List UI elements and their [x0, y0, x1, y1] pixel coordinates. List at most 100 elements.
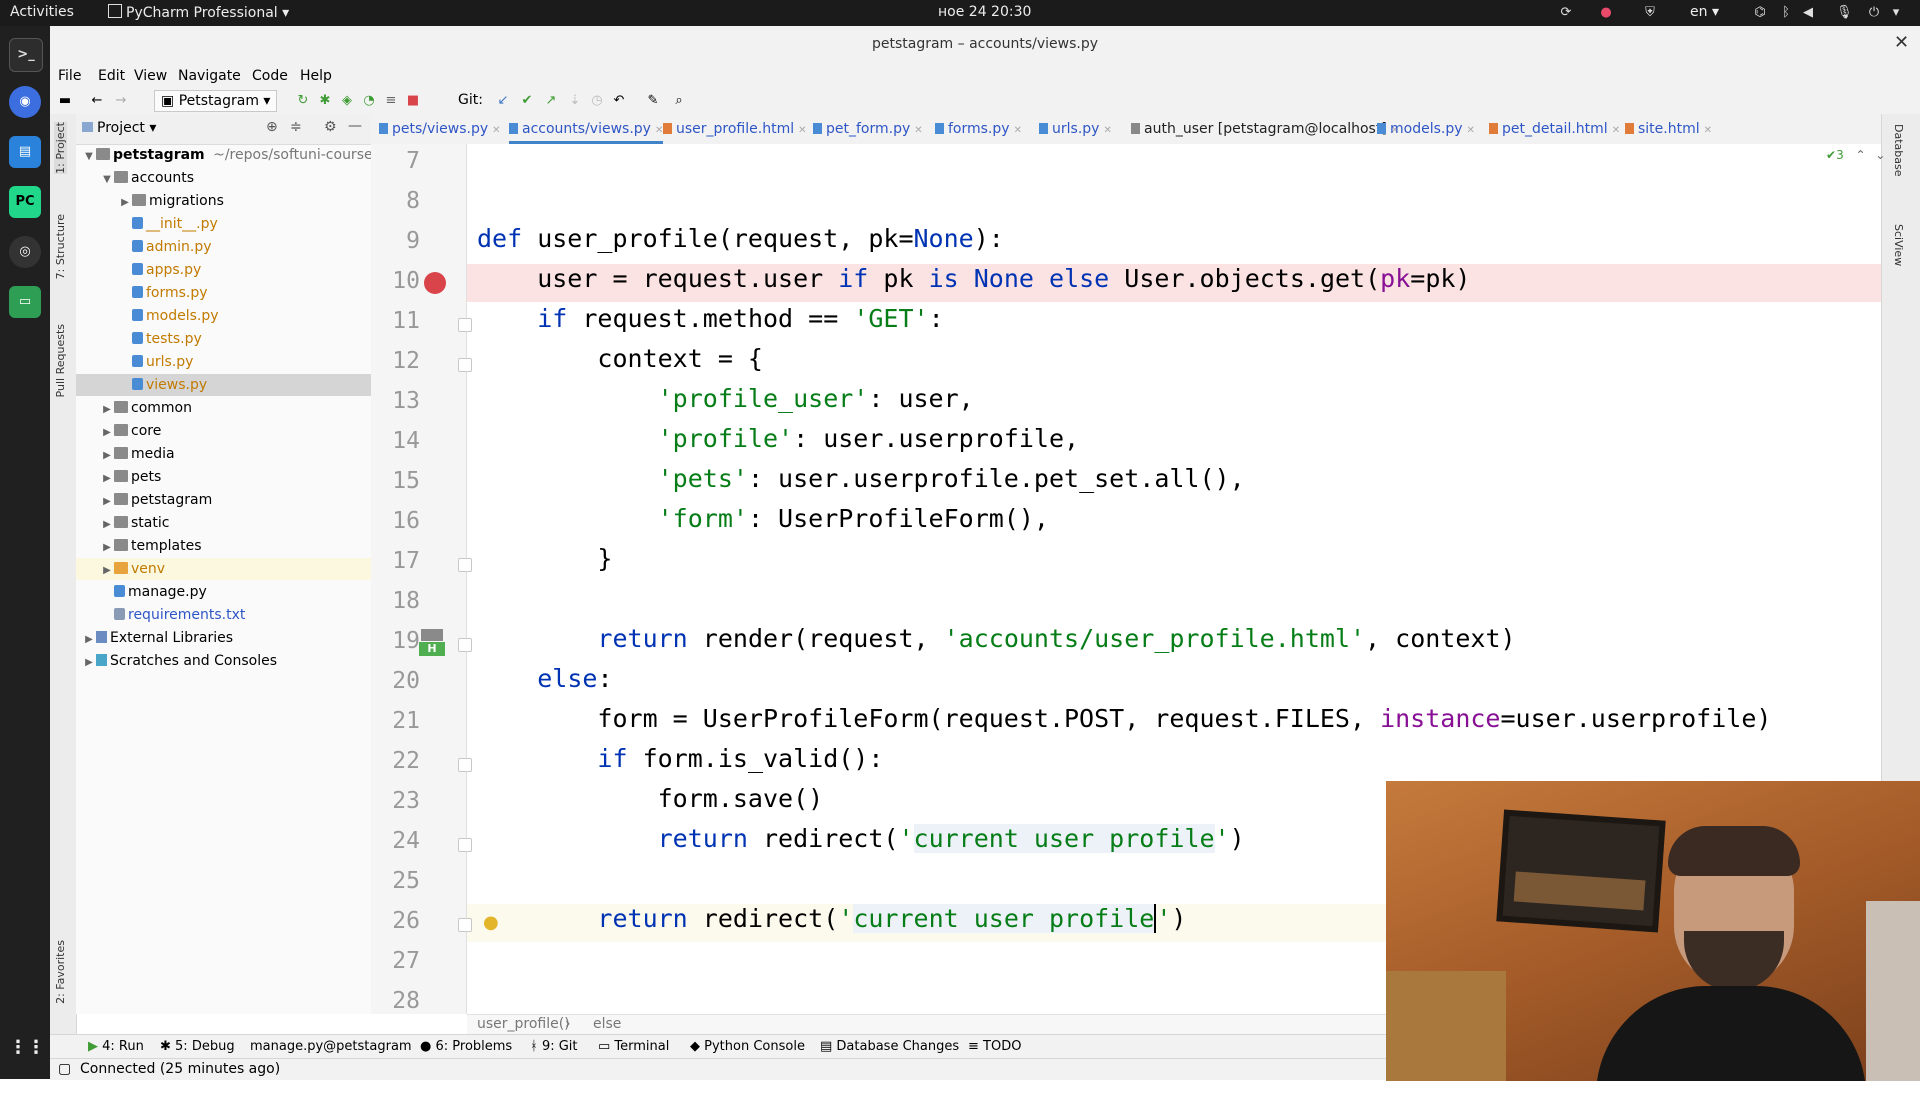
debug-icon[interactable]: ✱ — [316, 92, 334, 110]
tree-file[interactable]: requirements.txt — [76, 604, 371, 626]
problems-tool-button[interactable]: ● 6: Problems — [420, 1039, 512, 1054]
debug-tool-button[interactable]: ✱ 5: Debug — [160, 1039, 235, 1054]
close-tab-icon[interactable]: ✕ — [1103, 125, 1111, 136]
tree-file[interactable]: admin.py — [76, 236, 371, 258]
hide-panel-icon[interactable]: — — [348, 118, 362, 134]
tree-file[interactable]: models.py — [76, 305, 371, 327]
editor-tab[interactable]: site.html ✕ — [1625, 114, 1712, 144]
editor-tab[interactable]: pets/views.py ✕ — [379, 114, 501, 144]
close-tab-icon[interactable]: ✕ — [492, 125, 500, 136]
editor-tab[interactable]: models.py ✕ — [1377, 114, 1475, 144]
archive-icon[interactable]: ▭ — [9, 286, 41, 318]
close-tab-icon[interactable]: ✕ — [1612, 125, 1620, 136]
git-pull-icon[interactable]: ⇣ — [566, 92, 584, 110]
editor-tab[interactable]: urls.py ✕ — [1039, 114, 1112, 144]
python-console-tool-button[interactable]: ◆ Python Console — [690, 1039, 805, 1054]
editor-tab[interactable]: pet_form.py ✕ — [813, 114, 923, 144]
git-push-icon[interactable]: ↗ — [542, 92, 560, 110]
network-icon[interactable]: ⌬ — [1752, 5, 1768, 21]
close-tab-icon[interactable]: ✕ — [1704, 125, 1712, 136]
todo-tool-button[interactable]: ≡ TODO — [968, 1039, 1021, 1054]
chevron-up-icon[interactable]: ⌃ — [1856, 148, 1866, 162]
activities-button[interactable]: Activities — [10, 4, 74, 20]
bluetooth-icon[interactable]: ᛒ — [1778, 5, 1794, 21]
document-editor-icon[interactable]: ▤ — [9, 136, 41, 168]
git-update-icon[interactable]: ↙ — [494, 92, 512, 110]
collapse-all-icon[interactable]: ≑ — [290, 119, 302, 135]
tree-file[interactable]: ▶ External Libraries — [76, 627, 371, 649]
tree-folder[interactable]: ▶ templates — [76, 535, 371, 557]
tree-file[interactable]: urls.py — [76, 351, 371, 373]
fold-marker-icon[interactable] — [458, 918, 472, 932]
git-commit-icon[interactable]: ✔ — [518, 92, 536, 110]
structure-tool-tab[interactable]: 7: Structure — [54, 214, 67, 279]
database-changes-tool-button[interactable]: ▤ Database Changes — [820, 1039, 959, 1054]
close-tab-icon[interactable]: ✕ — [798, 125, 806, 136]
run-tool-button[interactable]: ▶ 4: Run — [88, 1039, 144, 1054]
editor-tab[interactable]: user_profile.html ✕ — [663, 114, 807, 144]
sciview-tool-tab[interactable]: SciView — [1892, 224, 1905, 266]
tree-folder[interactable]: ▶ common — [76, 397, 371, 419]
chevron-down-icon[interactable]: ⌄ — [1875, 148, 1885, 162]
fold-marker-icon[interactable] — [458, 758, 472, 772]
back-arrow-icon[interactable]: ← — [88, 92, 106, 110]
run-configuration-select[interactable]: ▣ Petstagram ▾ — [154, 90, 278, 112]
tree-folder[interactable]: ▶ petstagram — [76, 489, 371, 511]
chevron-down-icon[interactable]: ▾ — [1888, 5, 1904, 21]
breakpoint-icon[interactable] — [424, 272, 446, 294]
close-window-button[interactable]: ✕ — [1894, 32, 1909, 53]
rerun-icon[interactable]: ↻ — [294, 92, 312, 110]
breadcrumb-else[interactable]: else — [593, 1016, 621, 1032]
fold-marker-icon[interactable] — [458, 318, 472, 332]
pull-requests-tool-tab[interactable]: Pull Requests — [54, 324, 67, 397]
tree-folder[interactable]: ▶ static — [76, 512, 371, 534]
editor-tab[interactable]: auth_user [petstagram@localhost] ✕ — [1131, 114, 1399, 144]
menu-edit[interactable]: Edit — [98, 68, 125, 84]
stop-icon[interactable]: ■ — [404, 92, 422, 110]
tree-folder[interactable]: ▼ accounts — [76, 167, 371, 189]
project-view-select[interactable]: Project ▾ — [82, 120, 156, 136]
tree-folder[interactable]: ▶ pets — [76, 466, 371, 488]
profile-icon[interactable]: ◔ — [360, 92, 378, 110]
menu-navigate[interactable]: Navigate — [178, 68, 241, 84]
editor-tab[interactable]: accounts/views.py ✕ — [509, 114, 664, 144]
app-grid-icon[interactable]: ⋮⋮⋮ — [9, 1032, 63, 1064]
microphone-icon[interactable]: 🎙 — [1836, 5, 1853, 21]
fold-marker-icon[interactable] — [458, 558, 472, 572]
coverage-icon[interactable]: ◈ — [338, 92, 356, 110]
settings-wrench-icon[interactable]: ✎ — [644, 92, 662, 110]
status-panel-toggle-icon[interactable]: ▢ — [58, 1061, 71, 1077]
tree-file[interactable]: ▶ Scratches and Consoles — [76, 650, 371, 672]
tree-folder[interactable]: ▶ core — [76, 420, 371, 442]
obs-icon[interactable]: ◎ — [9, 236, 41, 268]
clock[interactable]: ное 24 20:30 — [938, 4, 1031, 20]
menu-help[interactable]: Help — [300, 68, 332, 84]
rollback-icon[interactable]: ↶ — [610, 92, 628, 110]
chrome-icon[interactable]: ◉ — [9, 86, 41, 118]
search-icon[interactable]: ⌕ — [670, 92, 688, 110]
editor-tab[interactable]: pet_detail.html ✕ — [1489, 114, 1620, 144]
tree-folder[interactable]: ▶ migrations — [76, 190, 371, 212]
history-icon[interactable]: ◷ — [588, 92, 606, 110]
color-picker-icon[interactable]: ● — [1598, 5, 1614, 21]
tree-file[interactable]: tests.py — [76, 328, 371, 350]
fold-marker-icon[interactable] — [458, 358, 472, 372]
editor-tab[interactable]: forms.py ✕ — [935, 114, 1022, 144]
app-menu[interactable]: PyCharm Professional ▾ — [108, 4, 289, 21]
close-tab-icon[interactable]: ✕ — [1014, 125, 1022, 136]
power-icon[interactable]: ⏻ — [1866, 5, 1882, 21]
sync-icon[interactable]: ⟳ — [1558, 5, 1574, 21]
favorites-tool-tab[interactable]: 2: Favorites — [54, 940, 67, 1004]
breadcrumb-function[interactable]: user_profile() — [477, 1016, 570, 1032]
database-tool-tab[interactable]: Database — [1892, 124, 1905, 177]
tree-file[interactable]: forms.py — [76, 282, 371, 304]
tree-file[interactable]: __init__.py — [76, 213, 371, 235]
close-tab-icon[interactable]: ✕ — [1467, 125, 1475, 136]
volume-icon[interactable]: ◀ — [1800, 5, 1816, 21]
shield-icon[interactable]: ⛨ — [1642, 5, 1658, 21]
open-folder-icon[interactable]: ▬ — [56, 92, 74, 110]
pycharm-icon[interactable]: PC — [9, 186, 41, 218]
close-tab-icon[interactable]: ✕ — [914, 125, 922, 136]
tree-file[interactable]: apps.py — [76, 259, 371, 281]
tree-file[interactable]: views.py — [76, 374, 371, 396]
